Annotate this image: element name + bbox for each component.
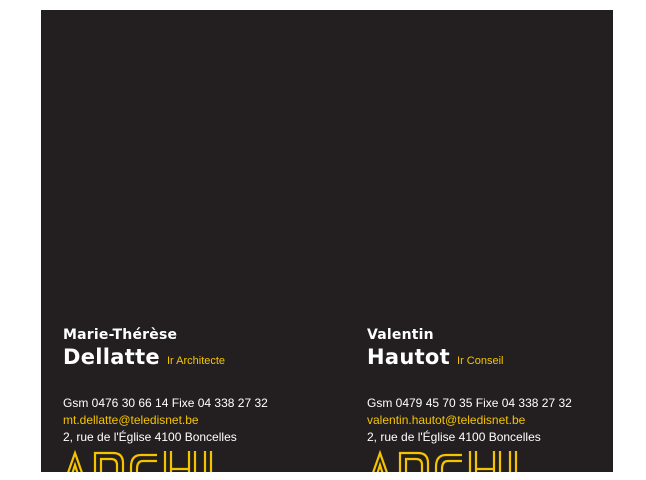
postal-address: 2, rue de l'Église 4100 Boncelles: [63, 430, 237, 444]
phone-numbers: Gsm 0476 30 66 14 Fixe 04 338 27 32: [63, 396, 268, 410]
job-title: Ir Conseil: [457, 355, 504, 367]
last-name: Hautot: [367, 345, 451, 369]
job-title: Ir Architecte: [166, 355, 226, 367]
business-card-sheet: Marie-Thérèse Dellatte Ir Architecte Gsm…: [41, 10, 613, 472]
name-title-line: Hautot Ir Conseil: [367, 344, 613, 374]
email-address: mt.dellatte@teledisnet.be: [63, 413, 199, 427]
phone-numbers: Gsm 0479 45 70 35 Fixe 04 338 27 32: [367, 396, 572, 410]
contact-details: Gsm 0476 30 66 14 Fixe 04 338 27 32 mt.d…: [63, 395, 323, 446]
contact-block-dellatte: Marie-Thérèse Dellatte Ir Architecte Gsm…: [63, 327, 323, 446]
name-title-line: Dellatte Ir Architecte: [63, 344, 323, 374]
postal-address: 2, rue de l'Église 4100 Boncelles: [367, 430, 541, 444]
contact-block-hautot: Valentin Hautot Ir Conseil Gsm 0479 45 7…: [367, 327, 613, 446]
contact-details: Gsm 0479 45 70 35 Fixe 04 338 27 32 vale…: [367, 395, 613, 446]
first-name: Valentin: [367, 327, 434, 343]
archi-logo: [67, 449, 213, 472]
archi-logo: [372, 449, 518, 472]
first-name: Marie-Thérèse: [63, 327, 178, 343]
email-address: valentin.hautot@teledisnet.be: [367, 413, 526, 427]
last-name: Dellatte: [63, 345, 160, 369]
